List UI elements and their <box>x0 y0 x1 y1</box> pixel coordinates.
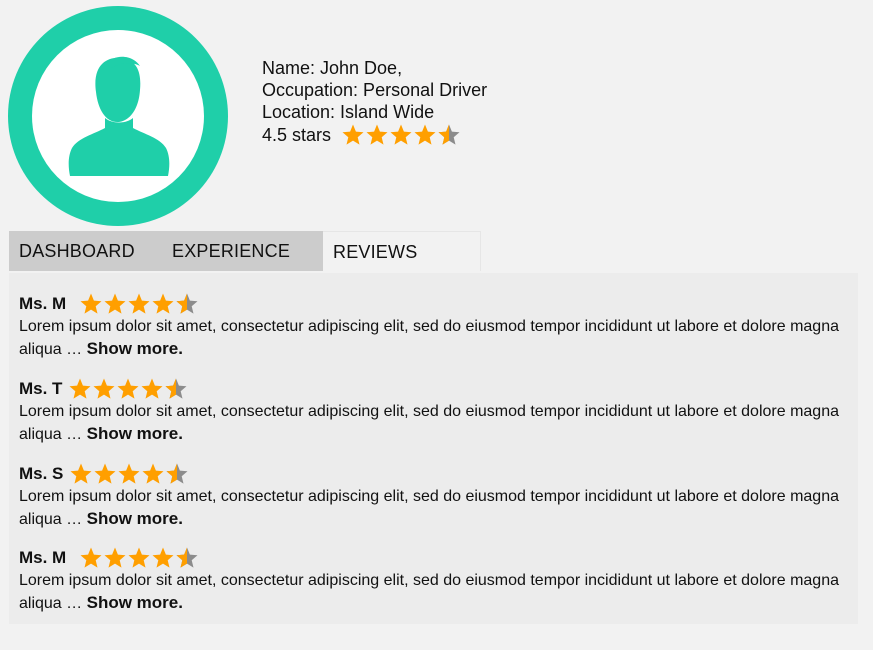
review-item: Ms. T Lorem ipsum dolor sit amet, consec… <box>19 377 839 446</box>
review-header: Ms. T <box>19 377 839 401</box>
user-silhouette-icon <box>8 6 228 226</box>
star-icon <box>152 547 174 568</box>
star-icon <box>438 124 460 145</box>
profile-info: Name: John Doe, Occupation: Personal Dri… <box>262 57 487 147</box>
tab-reviews[interactable]: REVIEWS <box>323 231 481 271</box>
star-icon <box>176 547 198 568</box>
star-icon <box>128 293 150 314</box>
star-icon <box>390 124 412 145</box>
reviewer-name: Ms. M <box>19 548 67 567</box>
star-icon <box>93 378 115 399</box>
star-icon <box>165 378 187 399</box>
profile-name: Name: John Doe, <box>262 58 403 78</box>
star-icon <box>117 378 139 399</box>
star-icon <box>176 293 198 314</box>
reviews-panel: Ms. M Lorem ipsum dolor sit amet, consec… <box>9 273 858 624</box>
star-icon <box>94 463 116 484</box>
review-item: Ms. M Lorem ipsum dolor sit amet, consec… <box>19 292 839 361</box>
star-icon <box>104 293 126 314</box>
star-icon <box>366 124 388 145</box>
avatar <box>8 6 228 226</box>
review-text: Lorem ipsum dolor sit amet, consectetur … <box>19 316 839 361</box>
star-icon <box>104 547 126 568</box>
star-icon <box>80 547 102 568</box>
star-icon <box>342 124 364 145</box>
review-stars <box>68 377 188 401</box>
profile-occupation: Occupation: Personal Driver <box>262 80 488 100</box>
show-more-link[interactable]: Show more. <box>87 509 183 528</box>
tab-bar: DASHBOARD EXPERIENCE REVIEWS <box>9 231 481 271</box>
star-icon <box>69 378 91 399</box>
star-icon <box>80 293 102 314</box>
star-icon <box>142 463 164 484</box>
review-header: Ms. M <box>19 292 839 316</box>
show-more-link[interactable]: Show more. <box>87 593 183 612</box>
review-header: Ms. M <box>19 546 839 570</box>
star-icon <box>152 293 174 314</box>
star-icon <box>128 547 150 568</box>
star-icon <box>118 463 140 484</box>
review-stars <box>69 462 189 486</box>
star-icon <box>70 463 92 484</box>
star-icon <box>141 378 163 399</box>
reviewer-name: Ms. S <box>19 464 64 483</box>
star-icon <box>414 124 436 145</box>
profile-rating: 4.5 stars <box>262 123 487 147</box>
reviewer-name: Ms. T <box>19 379 63 398</box>
rating-stars <box>341 123 461 147</box>
rating-text: 4.5 stars <box>262 125 332 145</box>
reviewer-name: Ms. M <box>19 294 67 313</box>
review-text: Lorem ipsum dolor sit amet, consectetur … <box>19 570 839 615</box>
review-stars <box>79 546 199 570</box>
review-item: Ms. M Lorem ipsum dolor sit amet, consec… <box>19 546 839 615</box>
review-header: Ms. S <box>19 462 839 486</box>
review-item: Ms. S Lorem ipsum dolor sit amet, consec… <box>19 462 839 531</box>
show-more-link[interactable]: Show more. <box>87 424 183 443</box>
profile-location: Location: Island Wide <box>262 102 435 122</box>
review-text: Lorem ipsum dolor sit amet, consectetur … <box>19 401 839 446</box>
review-stars <box>79 292 199 316</box>
tab-dashboard[interactable]: DASHBOARD <box>9 231 161 271</box>
star-icon <box>166 463 188 484</box>
show-more-link[interactable]: Show more. <box>87 339 183 358</box>
review-text: Lorem ipsum dolor sit amet, consectetur … <box>19 486 839 531</box>
tab-experience[interactable]: EXPERIENCE <box>161 231 323 271</box>
